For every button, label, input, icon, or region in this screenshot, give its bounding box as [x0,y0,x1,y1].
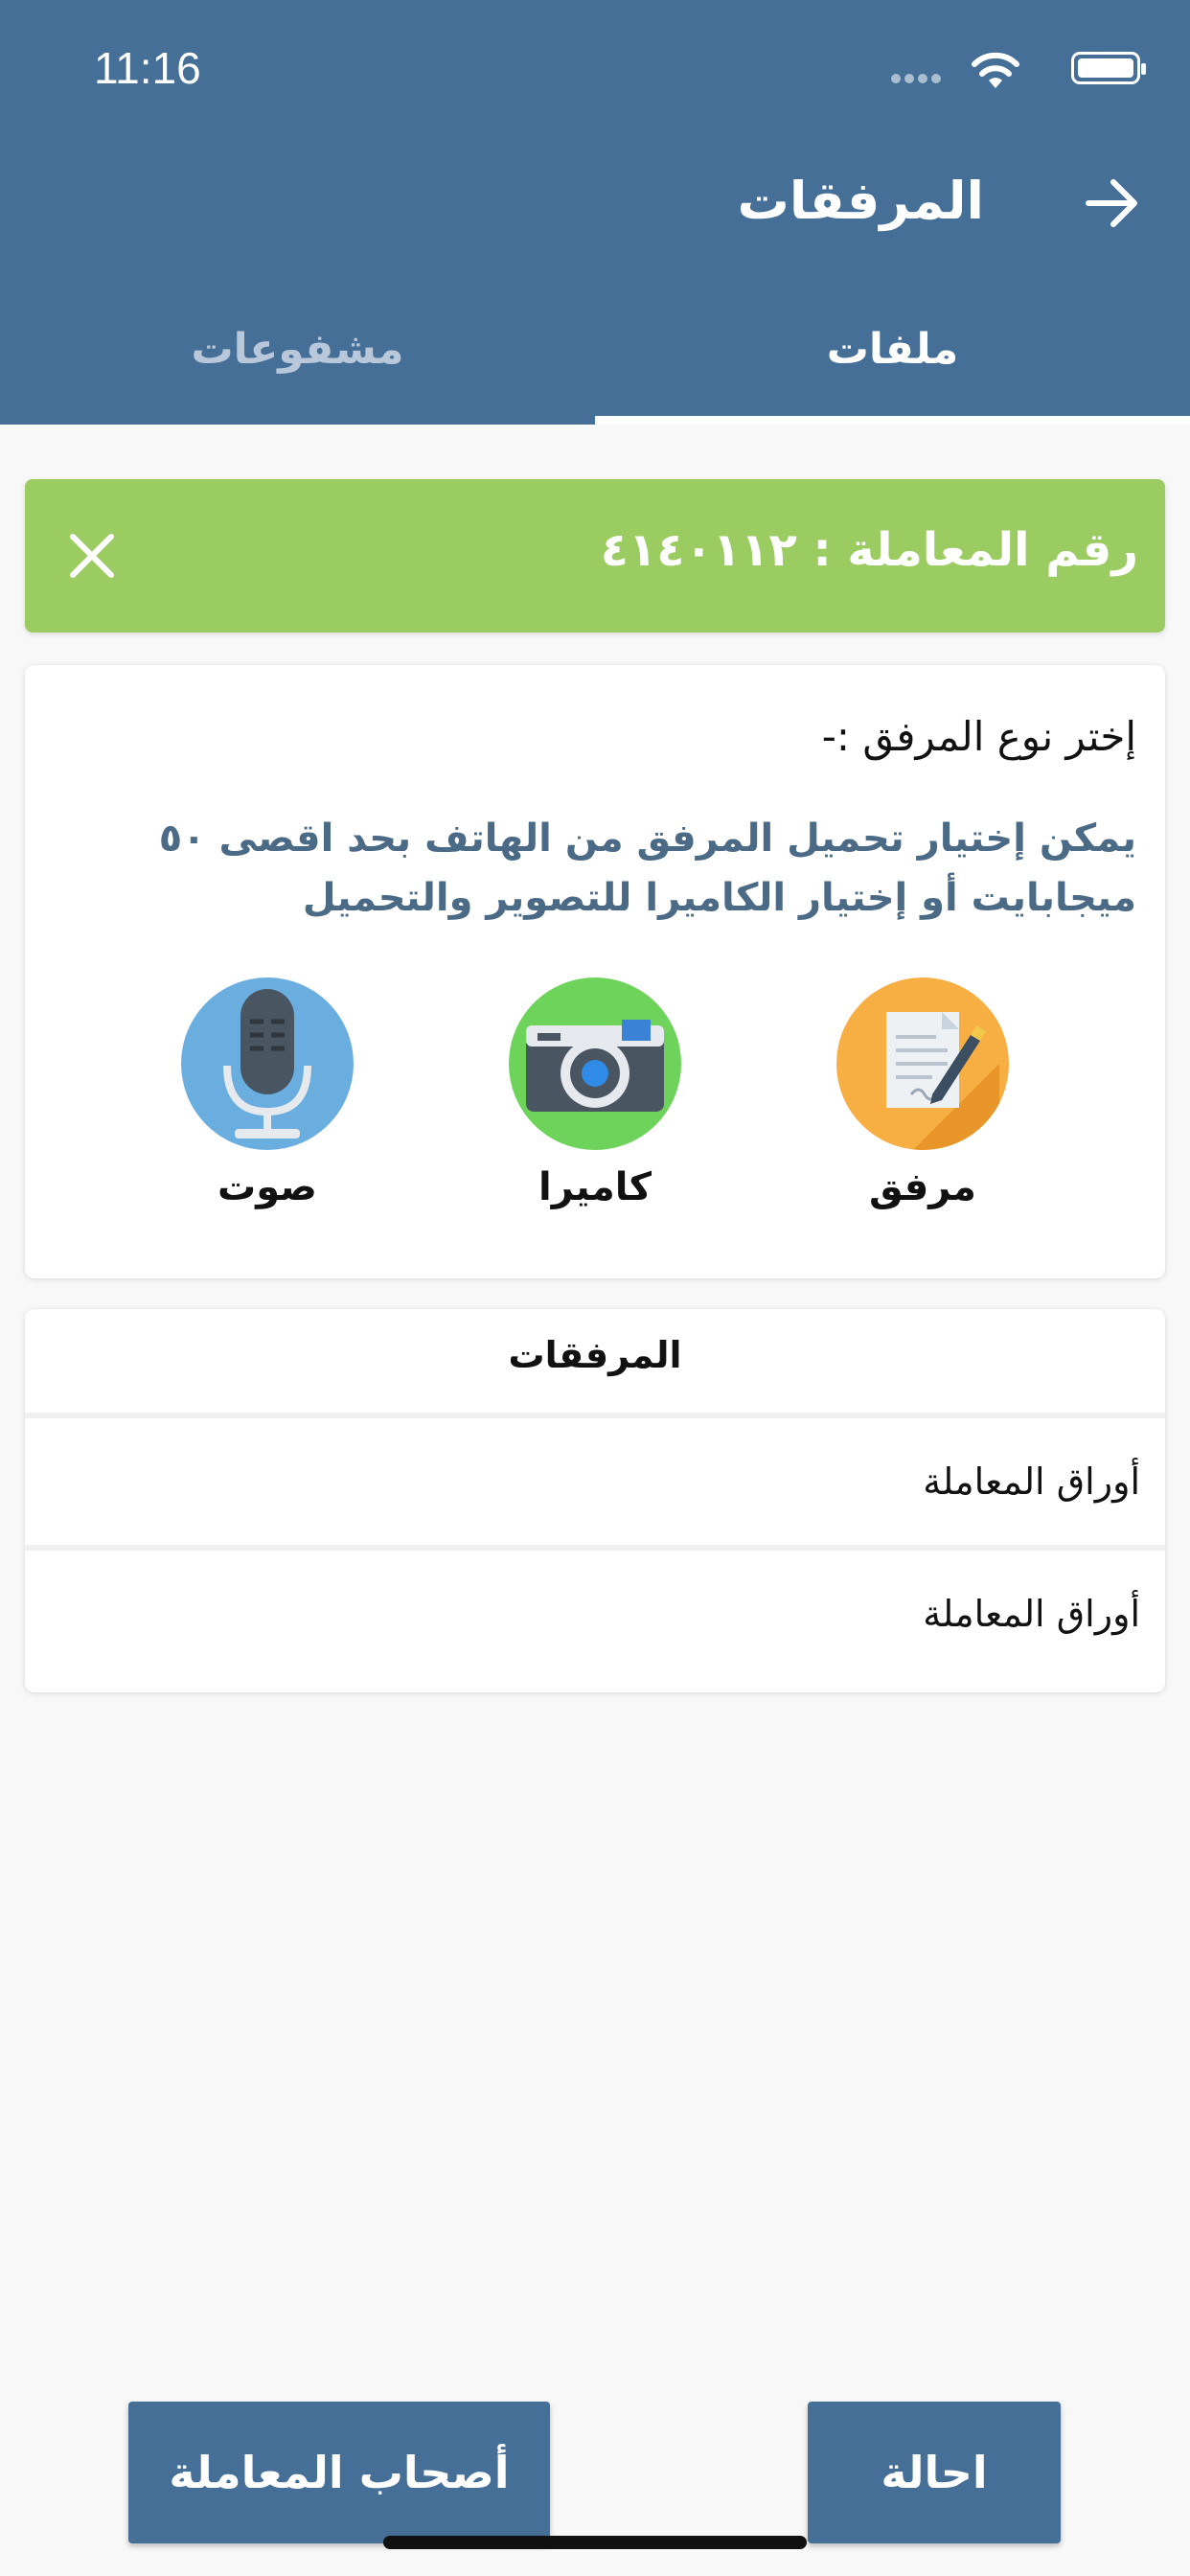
transaction-banner: رقم المعاملة : ٤١٤٠١١٢ [25,479,1165,632]
transaction-number: رقم المعاملة : ٤١٤٠١١٢ [600,523,1138,577]
upload-options-card: إختر نوع المرفق :- يمكن إختيار تحميل الم… [25,665,1165,1278]
active-tab-indicator [595,416,1190,425]
camera-icon [509,978,681,1150]
transaction-owners-button[interactable]: أصحاب المعاملة [128,2402,550,2543]
home-indicator [383,2536,807,2549]
microphone-icon [181,978,354,1150]
tab-attached-documents[interactable]: مشفوعات [0,316,595,412]
refer-button[interactable]: احالة [808,2402,1061,2543]
list-item[interactable]: أوراق المعاملة [25,1418,1165,1551]
voice-option[interactable]: صوت [172,978,363,1209]
status-icons [891,50,1146,92]
list-item[interactable]: أوراق المعاملة [25,1551,1165,1677]
close-icon[interactable] [67,531,117,581]
wifi-icon [972,52,1019,88]
tab-files[interactable]: ملفات [595,316,1190,412]
status-time: 11:16 [94,43,201,93]
camera-option[interactable]: كاميرا [499,978,691,1209]
attachments-list-header: المرفقات [25,1309,1165,1418]
battery-icon [1071,52,1146,84]
signal-icon [891,69,945,87]
attachments-list: المرفقات أوراق المعاملة أوراق المعاملة [25,1309,1165,1692]
back-arrow-icon[interactable] [1085,178,1140,228]
camera-option-label: كاميرا [538,1165,652,1209]
attachment-option-label: مرفق [869,1165,976,1209]
attachment-type-prompt: إختر نوع المرفق :- [821,713,1136,760]
app-header: 11:16 المرفقات ملفات مشفوعات [0,0,1190,425]
attachment-option[interactable]: مرفق [827,978,1018,1209]
voice-option-label: صوت [217,1165,317,1209]
document-pencil-icon [836,978,1009,1150]
page-title: المرفقات [737,171,984,231]
upload-hint: يمكن إختيار تحميل المرفق من الهاتف بحد ا… [158,816,1136,920]
